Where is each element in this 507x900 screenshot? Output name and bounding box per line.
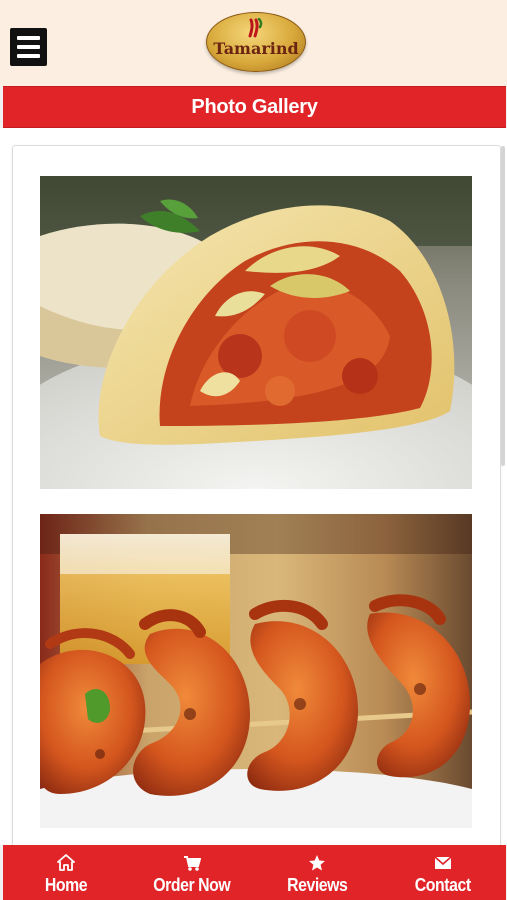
home-icon (56, 854, 75, 871)
nav-reviews-label: Reviews (287, 875, 348, 895)
nav-order-now-label: Order Now (153, 875, 231, 895)
page-title-bar: Photo Gallery (3, 86, 506, 128)
logo-text: Tamarind (213, 39, 299, 58)
gallery-photo-wrap[interactable] (40, 176, 472, 489)
chili-icon (248, 18, 263, 38)
nav-home-label: Home (44, 875, 88, 895)
mail-icon (434, 856, 452, 869)
nav-order-now[interactable]: Order Now (129, 845, 255, 900)
nav-contact-label: Contact (415, 875, 472, 895)
hamburger-menu-icon[interactable] (10, 28, 47, 66)
nav-contact[interactable]: Contact (380, 845, 506, 900)
bottom-nav: Home Order Now Reviews Contact (3, 845, 506, 900)
scrollbar[interactable] (501, 146, 505, 466)
tamarind-logo[interactable]: Tamarind (206, 12, 306, 72)
gallery-photo-shrimp[interactable] (40, 514, 472, 828)
nav-home[interactable]: Home (3, 845, 129, 900)
page-title: Photo Gallery (191, 96, 318, 118)
app-header: Tamarind (0, 0, 507, 86)
nav-reviews[interactable]: Reviews (255, 845, 381, 900)
star-icon (309, 855, 326, 871)
cart-icon (183, 856, 201, 871)
